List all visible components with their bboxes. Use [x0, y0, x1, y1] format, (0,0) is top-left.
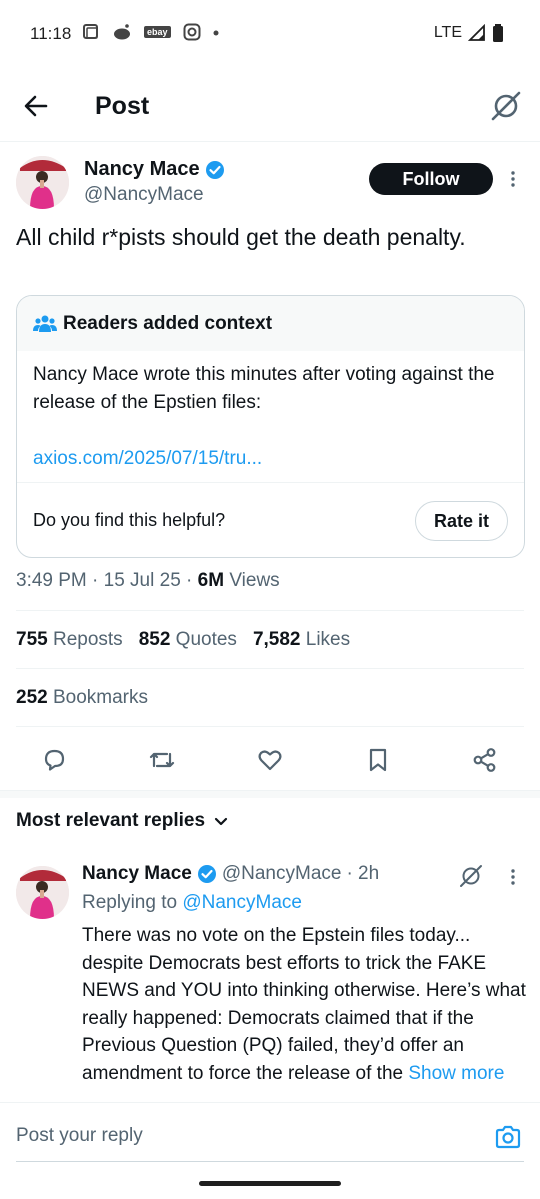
reply-sort-dropdown[interactable]: Most relevant replies	[16, 810, 229, 832]
verified-badge-icon	[197, 865, 216, 883]
like-button[interactable]	[256, 746, 284, 779]
rate-it-button[interactable]: Rate it	[415, 501, 508, 541]
context-footer: Do you find this helpful? Rate it	[17, 482, 524, 557]
reply-author-handle[interactable]: @NancyMace	[222, 863, 342, 885]
battery-icon	[493, 24, 503, 42]
author-name: Nancy Mace	[84, 158, 200, 180]
reply-time: · 2h	[346, 863, 380, 884]
reply-text: There was no vote on the Epstein files t…	[82, 925, 526, 1084]
repost-button[interactable]	[147, 746, 177, 779]
verified-badge-icon	[205, 160, 224, 179]
repost-icon	[149, 752, 175, 768]
show-more-link[interactable]: Show more	[408, 1063, 504, 1084]
back-button[interactable]	[20, 90, 52, 127]
reddit-icon	[114, 24, 130, 40]
camera-icon	[495, 1125, 521, 1149]
dot-icon	[213, 30, 219, 36]
helpful-question: Do you find this helpful?	[33, 510, 226, 530]
author-name-row[interactable]: Nancy Mace	[84, 158, 225, 181]
reply-sort-label: Most relevant replies	[16, 810, 206, 831]
avatar-image	[16, 156, 69, 209]
more-options-button[interactable]	[506, 170, 520, 193]
more-vertical-icon	[511, 171, 515, 187]
context-text: Nancy Mace wrote this minutes after voti…	[33, 364, 495, 413]
bookmark-icon	[369, 748, 387, 772]
divider	[16, 668, 524, 669]
status-bar: 11:18 ebay LTE	[0, 0, 540, 68]
context-header: Readers added context	[17, 296, 524, 351]
notification-icons: ebay	[82, 23, 219, 41]
bookmarks-stat[interactable]: 252 Bookmarks	[16, 687, 148, 709]
readers-context-card: Readers added context Nancy Mace wrote t…	[16, 295, 525, 558]
context-link[interactable]: axios.com/2025/07/15/tru...	[33, 445, 508, 473]
divider	[16, 726, 524, 727]
author-handle[interactable]: @NancyMace	[84, 184, 204, 206]
grok-icon	[491, 91, 521, 121]
post-meta: 3:49 PM · 15 Jul 25 · 6M Views	[16, 570, 280, 592]
divider	[16, 610, 524, 611]
reply-input[interactable]: Post your reply	[16, 1125, 143, 1147]
status-time: 11:18	[30, 24, 72, 43]
bookmark-button[interactable]	[364, 746, 392, 779]
reply-header: Nancy Mace @NancyMace · 2h	[82, 863, 379, 885]
grok-button[interactable]	[490, 90, 522, 127]
comment-icon	[44, 749, 65, 771]
ebay-icon: ebay	[144, 26, 171, 38]
reposts-stat[interactable]: 755 Reposts	[16, 629, 123, 651]
follow-button[interactable]: Follow	[369, 163, 493, 195]
grok-icon	[460, 865, 482, 887]
share-icon	[473, 748, 496, 772]
top-app-bar: Post	[0, 68, 540, 142]
home-indicator[interactable]	[199, 1181, 341, 1186]
context-heading: Readers added context	[63, 312, 273, 334]
status-right: LTE	[434, 24, 504, 42]
avatar-image	[16, 866, 69, 919]
screenshot-notification-icon	[83, 24, 98, 39]
avatar[interactable]	[16, 156, 69, 209]
grok-button[interactable]	[459, 864, 483, 893]
post-timestamp[interactable]: 3:49 PM · 15 Jul 25 ·	[16, 570, 198, 591]
section-separator	[0, 790, 540, 798]
quotes-stat[interactable]: 852 Quotes	[139, 629, 237, 651]
context-body: Nancy Mace wrote this minutes after voti…	[17, 351, 524, 482]
reply-button[interactable]	[40, 746, 68, 779]
engagement-stats: 755 Reposts 852 Quotes 7,582 Likes	[16, 629, 350, 651]
likes-stat[interactable]: 7,582 Likes	[253, 629, 350, 651]
arrow-left-icon	[24, 95, 48, 117]
reply-author-name[interactable]: Nancy Mace	[82, 863, 192, 885]
composer-underline	[16, 1161, 524, 1162]
action-bar	[0, 742, 540, 778]
replying-to: Replying to @NancyMace	[82, 892, 302, 913]
people-icon	[33, 315, 57, 332]
post-author-row: Nancy Mace @NancyMace Follow	[0, 150, 540, 216]
reply-item[interactable]: Nancy Mace @NancyMace · 2h Replying to @…	[0, 858, 540, 1102]
replying-handle[interactable]: @NancyMace	[182, 892, 302, 913]
more-vertical-icon	[511, 869, 515, 885]
views-label: Views	[224, 570, 280, 591]
reply-composer: Post your reply	[0, 1102, 540, 1170]
share-button[interactable]	[471, 746, 499, 779]
page-title: Post	[95, 92, 150, 120]
network-label: LTE	[433, 24, 462, 41]
more-options-button[interactable]	[506, 868, 520, 891]
views-count: 6M	[197, 570, 225, 591]
camera-button[interactable]	[494, 1123, 522, 1156]
heart-icon	[258, 750, 282, 771]
post-text: All child r*pists should get the death p…	[16, 224, 466, 250]
signal-icon	[468, 24, 485, 41]
avatar[interactable]	[16, 866, 69, 919]
instagram-icon	[183, 23, 201, 41]
chevron-down-icon	[214, 817, 228, 826]
